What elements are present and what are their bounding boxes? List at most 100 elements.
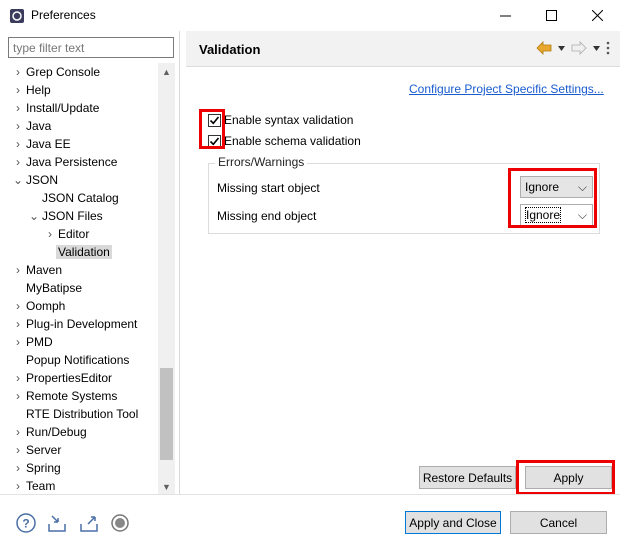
chevron-right-icon[interactable]: › <box>12 99 24 117</box>
tree-item[interactable]: › Oomph <box>0 297 158 315</box>
group-title: Errors/Warnings <box>215 155 308 169</box>
tree-item-label: RTE Distribution Tool <box>26 407 139 421</box>
filter-input[interactable] <box>8 37 174 58</box>
tree-item-label: Run/Debug <box>26 425 87 439</box>
minimize-button[interactable] <box>482 0 528 31</box>
chevron-down-icon[interactable]: ⌄ <box>12 171 24 189</box>
tree-item-label: Java <box>26 119 52 133</box>
chevron-right-icon[interactable]: › <box>12 369 24 387</box>
window-title: Preferences <box>31 8 96 22</box>
cancel-button[interactable]: Cancel <box>510 511 607 534</box>
chevron-right-icon[interactable]: › <box>12 387 24 405</box>
preference-page: Validation Configure Project Specific Se… <box>186 31 620 495</box>
chevron-right-icon[interactable]: › <box>44 225 56 243</box>
tree-item[interactable]: › PMD <box>0 333 158 351</box>
tree-item[interactable]: MyBatipse <box>0 279 158 297</box>
tree-item[interactable]: › Server <box>0 441 158 459</box>
tree-item[interactable]: Popup Notifications <box>0 351 158 369</box>
tree-item[interactable]: › Help <box>0 81 158 99</box>
dropdown-icon[interactable] <box>593 45 600 51</box>
chevron-down-icon[interactable]: ⌄ <box>28 207 40 225</box>
tree-item-label: Editor <box>58 227 90 241</box>
forward-arrow-icon[interactable] <box>571 41 587 55</box>
tree-item[interactable]: › Team <box>0 477 158 492</box>
tree-item[interactable]: › Java Persistence <box>0 153 158 171</box>
maximize-icon <box>545 10 557 21</box>
help-icon[interactable]: ? <box>15 512 37 534</box>
restore-defaults-button[interactable]: Restore Defaults <box>419 466 516 489</box>
tree-item[interactable]: › Install/Update <box>0 99 158 117</box>
tree-item[interactable]: › Grep Console <box>0 63 158 81</box>
highlight-selects <box>508 168 597 228</box>
svg-text:?: ? <box>22 517 29 531</box>
record-icon[interactable] <box>109 512 131 534</box>
tree-item[interactable]: ⌄ JSON <box>0 171 158 189</box>
syntax-validation-row[interactable]: Enable syntax validation <box>208 113 353 127</box>
chevron-right-icon[interactable]: › <box>12 477 24 492</box>
chevron-right-icon[interactable]: › <box>12 153 24 171</box>
eclipse-app-icon <box>10 9 24 23</box>
page-title: Validation <box>199 42 261 57</box>
title-bar: Preferences <box>0 0 620 31</box>
view-menu-icon[interactable] <box>606 41 610 55</box>
tree-item[interactable]: › Java <box>0 117 158 135</box>
configure-project-settings-link[interactable]: Configure Project Specific Settings... <box>409 82 604 96</box>
scroll-up-icon[interactable]: ▲ <box>158 63 175 80</box>
chevron-right-icon[interactable]: › <box>12 117 24 135</box>
tree-item-label: MyBatipse <box>26 281 83 295</box>
syntax-validation-label: Enable syntax validation <box>224 113 354 127</box>
dropdown-icon[interactable] <box>558 45 565 51</box>
tree-item[interactable]: JSON Catalog <box>0 189 158 207</box>
tree-item[interactable]: › Remote Systems <box>0 387 158 405</box>
export-icon[interactable] <box>78 512 100 534</box>
tree-item[interactable]: › Run/Debug <box>0 423 158 441</box>
close-icon <box>591 10 603 21</box>
chevron-right-icon[interactable]: › <box>12 459 24 477</box>
chevron-right-icon[interactable]: › <box>12 261 24 279</box>
tree-scrollbar[interactable]: ▲ ▼ <box>158 63 175 495</box>
tree-item[interactable]: ⌄ JSON Files <box>0 207 158 225</box>
tree-item[interactable]: › Spring <box>0 459 158 477</box>
apply-and-close-button[interactable]: Apply and Close <box>405 511 501 534</box>
tree-item[interactable]: RTE Distribution Tool <box>0 405 158 423</box>
chevron-right-icon[interactable]: › <box>12 315 24 333</box>
tree-item[interactable]: › Maven <box>0 261 158 279</box>
scroll-down-icon[interactable]: ▼ <box>158 478 175 495</box>
tree-item-label: Java EE <box>26 137 71 151</box>
chevron-right-icon[interactable]: › <box>12 297 24 315</box>
schema-validation-row[interactable]: Enable schema validation <box>208 134 361 148</box>
import-icon[interactable] <box>46 512 68 534</box>
chevron-right-icon[interactable]: › <box>12 63 24 81</box>
tree-item[interactable]: › Java EE <box>0 135 158 153</box>
chevron-right-icon[interactable]: › <box>12 81 24 99</box>
preferences-tree: › Grep Console › Help › Install/Update › Java › J… <box>0 63 158 492</box>
back-arrow-icon[interactable] <box>536 41 552 55</box>
tree-item-label: Grep Console <box>26 65 101 79</box>
tree-item-label: Help <box>26 83 51 97</box>
chevron-right-icon[interactable]: › <box>12 441 24 459</box>
tree-item-label: JSON <box>26 173 59 187</box>
maximize-button[interactable] <box>528 0 574 31</box>
tree-item[interactable]: Validation <box>0 243 158 261</box>
tree-item-label: Validation <box>56 245 112 259</box>
tree-item-label: Install/Update <box>26 101 100 115</box>
tree-item[interactable]: › PropertiesEditor <box>0 369 158 387</box>
chevron-right-icon[interactable]: › <box>12 333 24 351</box>
tree-item-label: Team <box>26 479 56 492</box>
tree-item-label: JSON Catalog <box>42 191 119 205</box>
tree-item-label: Popup Notifications <box>26 353 130 367</box>
tree-item-label: JSON Files <box>42 209 103 223</box>
chevron-right-icon[interactable]: › <box>12 135 24 153</box>
tree-item-label: Oomph <box>26 299 66 313</box>
tree-item[interactable]: › Editor <box>0 225 158 243</box>
close-button[interactable] <box>574 0 620 31</box>
tree-item-label: PropertiesEditor <box>26 371 113 385</box>
scrollbar-thumb[interactable] <box>160 368 173 460</box>
page-header: Validation <box>186 31 620 67</box>
tree-item-label: PMD <box>26 335 53 349</box>
tree-item[interactable]: › Plug-in Development <box>0 315 158 333</box>
highlight-apply <box>516 460 615 495</box>
chevron-right-icon[interactable]: › <box>12 423 24 441</box>
